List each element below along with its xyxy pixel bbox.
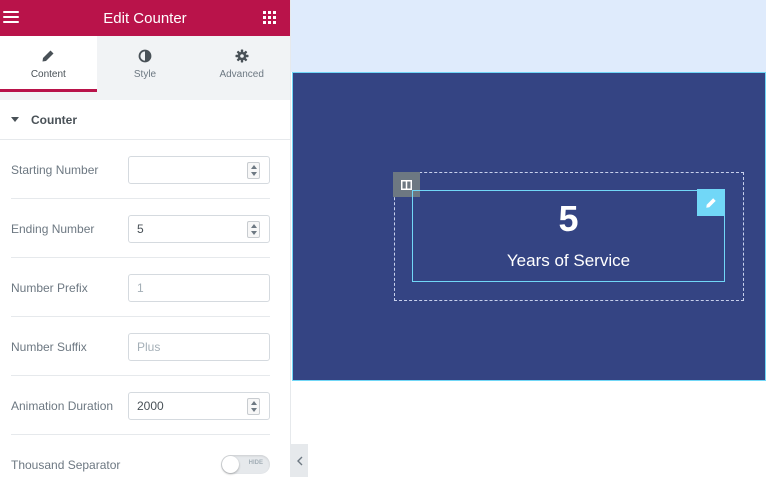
number-prefix-label: Number Prefix [11,280,88,295]
toggle-knob [222,456,239,473]
toggle-text: HIDE [248,460,263,466]
tab-style-label: Style [133,68,157,80]
tab-content[interactable]: Content [0,36,97,92]
ending-number-label: Ending Number [11,221,95,236]
thousand-separator-label: Thousand Separator [11,457,121,472]
number-spinner-icon[interactable] [247,161,260,179]
number-spinner-icon[interactable] [247,397,260,415]
control-starting-number: Starting Number [0,140,290,199]
tab-advanced[interactable]: Advanced [193,36,290,92]
control-animation-duration: Animation Duration 2000 [0,376,290,435]
editor-panel: Edit Counter Content Style Advanced Coun… [0,0,291,477]
caret-down-icon [11,117,19,122]
widgets-grid-icon[interactable] [263,11,276,24]
control-number-suffix: Number Suffix Plus [0,317,290,376]
preview-section[interactable]: 5 Years of Service [292,72,766,381]
preview-top-section [291,0,766,72]
menu-icon[interactable] [3,11,19,25]
control-ending-number: Ending Number 5 [0,199,290,258]
tab-style[interactable]: Style [97,36,194,92]
control-number-prefix: Number Prefix 1 [0,258,290,317]
animation-duration-input[interactable]: 2000 [128,391,270,420]
column-icon [401,179,412,190]
tab-content-label: Content [30,68,66,80]
number-spinner-icon[interactable] [247,220,260,238]
ending-number-input[interactable]: 5 [128,214,270,243]
control-thousand-separator: Thousand Separator HIDE [0,435,290,477]
panel-title: Edit Counter [103,9,187,27]
chevron-left-icon [296,456,302,465]
panel-collapse-button[interactable] [291,444,308,477]
half-circle-icon [138,49,152,62]
section-counter-label: Counter [31,112,77,127]
section-counter-header[interactable]: Counter [0,100,290,140]
panel-gap [0,92,290,100]
starting-number-input[interactable] [128,155,270,184]
widget-edit-button[interactable] [697,189,725,216]
tab-advanced-label: Advanced [219,68,264,80]
gear-icon [235,49,249,62]
pencil-icon [706,197,716,208]
starting-number-label: Starting Number [11,162,99,177]
counter-title: Years of Service [506,251,631,270]
thousand-separator-toggle[interactable]: HIDE [221,455,270,474]
number-suffix-input[interactable]: Plus [128,332,270,361]
counter-number: 5 [558,198,579,239]
number-suffix-label: Number Suffix [11,339,87,354]
counter-widget[interactable]: 5 Years of Service [412,190,725,282]
panel-tabs: Content Style Advanced [0,36,290,92]
number-prefix-input[interactable]: 1 [128,273,270,302]
number-prefix-placeholder: 1 [137,280,144,295]
animation-duration-label: Animation Duration [11,398,114,413]
animation-duration-value: 2000 [137,398,164,413]
panel-header: Edit Counter [0,0,290,36]
ending-number-value: 5 [137,221,144,236]
preview-canvas: 5 Years of Service [291,0,766,477]
number-suffix-placeholder: Plus [137,339,161,354]
pencil-icon [42,50,54,61]
